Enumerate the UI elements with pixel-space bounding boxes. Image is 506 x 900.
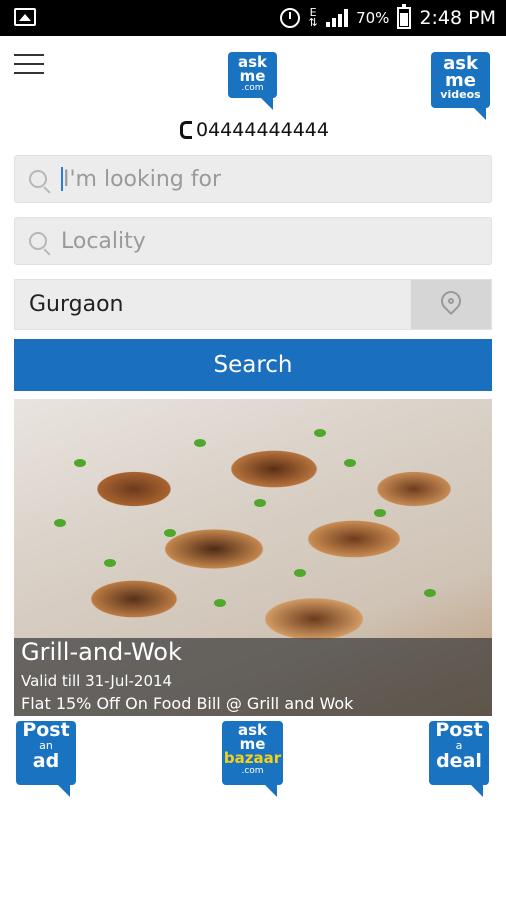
- deal-offer: Flat 15% Off On Food Bill @ Grill and Wo…: [21, 694, 354, 713]
- post-deal-button[interactable]: Post a deal: [429, 719, 489, 797]
- bazaar-logo-com: .com: [241, 766, 264, 776]
- deal-banner[interactable]: Grill-and-Wok Valid till 31-Jul-2014 Fla…: [14, 399, 492, 716]
- alarm-icon: [280, 8, 301, 28]
- looking-for-placeholder: I'm looking for: [63, 166, 221, 192]
- location-pin-icon: [436, 286, 466, 316]
- detect-location-button[interactable]: [411, 280, 491, 329]
- signal-icon: [326, 9, 349, 27]
- locality-input[interactable]: Locality: [14, 217, 492, 265]
- image-notification-icon: [14, 8, 36, 26]
- status-icons: E ⇅ 70% 2:48 PM: [280, 0, 496, 36]
- city-field[interactable]: Gurgaon: [14, 279, 492, 330]
- askme-logo[interactable]: ask me .com: [228, 52, 277, 110]
- post-ad-button[interactable]: Post an ad: [16, 719, 76, 797]
- battery-percent: 70%: [356, 9, 390, 27]
- hamburger-menu-icon[interactable]: [14, 52, 44, 76]
- videos-logo-text-videos: videos: [440, 88, 481, 101]
- clock: 2:48 PM: [419, 7, 496, 29]
- looking-for-input[interactable]: I'm looking for: [14, 155, 492, 203]
- phone-icon: [180, 121, 192, 139]
- askme-bazaar-button[interactable]: ask me bazaar .com: [222, 721, 283, 797]
- search-icon: [29, 170, 47, 188]
- askme-videos-logo[interactable]: ask me videos: [431, 52, 490, 120]
- data-arrows-icon: E ⇅: [308, 6, 318, 29]
- post-deal-line3: deal: [436, 750, 482, 772]
- battery-icon: [397, 4, 412, 29]
- post-ad-line3: ad: [32, 750, 60, 772]
- locality-placeholder: Locality: [61, 228, 146, 254]
- search-icon: [29, 232, 47, 250]
- search-button[interactable]: Search: [14, 339, 492, 391]
- city-value: Gurgaon: [29, 292, 124, 317]
- bazaar-logo-bazaar: bazaar: [223, 749, 282, 767]
- post-ad-line1: Post: [22, 719, 70, 741]
- post-deal-line1: Post: [435, 719, 483, 741]
- phone-number[interactable]: 04444444444: [180, 118, 329, 142]
- status-bar: E ⇅ 70% 2:48 PM: [0, 0, 506, 36]
- deal-title: Grill-and-Wok: [21, 638, 182, 666]
- logo-text-com: .com: [241, 83, 264, 93]
- deal-validity: Valid till 31-Jul-2014: [21, 672, 173, 690]
- phone-number-text: 04444444444: [196, 119, 329, 141]
